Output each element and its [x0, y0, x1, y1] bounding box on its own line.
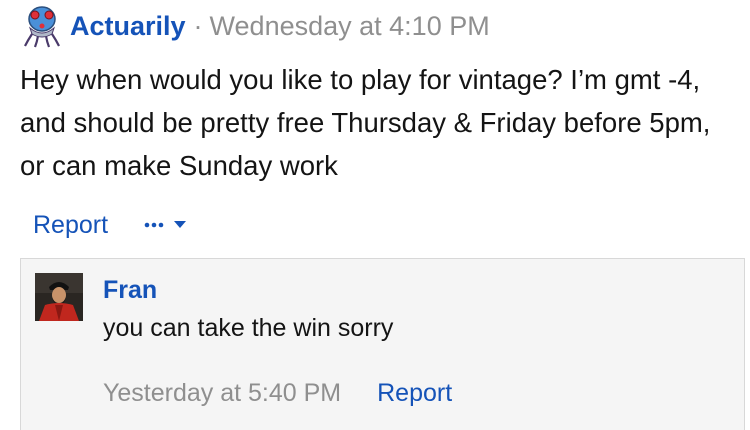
- portrait-avatar[interactable]: [35, 273, 83, 321]
- header-separator: ·: [193, 10, 203, 41]
- report-link[interactable]: Report: [33, 211, 108, 240]
- reply-message: you can take the win sorry: [103, 314, 394, 342]
- reply-report-link[interactable]: Report: [377, 379, 452, 408]
- post-actions: Report: [33, 205, 190, 245]
- reply-timestamp[interactable]: Yesterday at 5:40 PM: [103, 379, 341, 408]
- reply-container: Fran you can take the win sorry Yesterda…: [20, 258, 745, 430]
- ellipsis-dropdown-icon: [144, 221, 187, 228]
- post-timestamp[interactable]: Wednesday at 4:10 PM: [210, 11, 490, 42]
- post-header: Actuarily · Wednesday at 4:10 PM: [20, 4, 490, 48]
- post-message: Hey when would you like to play for vint…: [20, 64, 711, 181]
- reply-footer: Yesterday at 5:40 PM Report: [103, 379, 452, 408]
- reply-author-link[interactable]: Fran: [103, 276, 157, 305]
- tentacool-avatar-icon[interactable]: [20, 4, 64, 48]
- more-options-button[interactable]: [144, 215, 190, 235]
- post-author-link[interactable]: Actuarily: [70, 11, 186, 42]
